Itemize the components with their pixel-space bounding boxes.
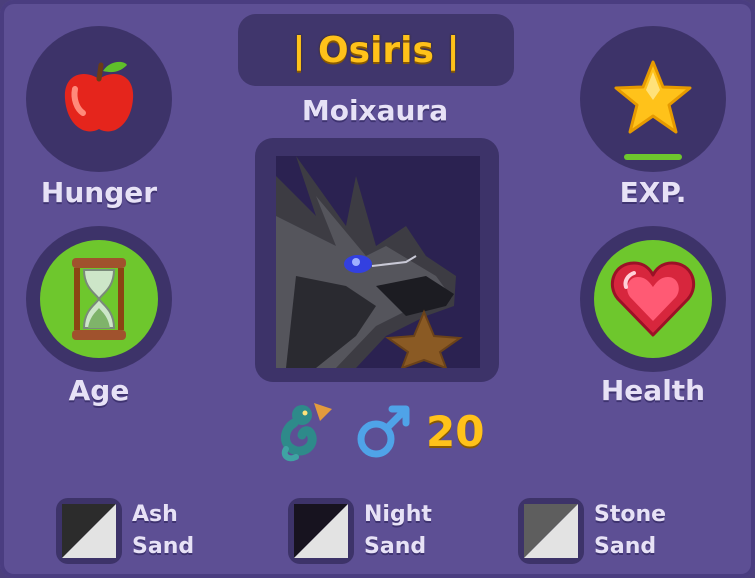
pet-name: | Osiris | bbox=[292, 29, 460, 71]
male-symbol-icon bbox=[357, 405, 410, 458]
gene-color-swatch bbox=[524, 504, 578, 558]
hunger-label: Hunger bbox=[40, 176, 158, 209]
health-stat-fill bbox=[594, 240, 712, 358]
health-label: Health bbox=[600, 374, 706, 407]
age-label: Age bbox=[68, 374, 130, 407]
hourglass-icon bbox=[72, 258, 126, 340]
gene-type: Sand bbox=[594, 534, 657, 559]
hunger-stat-button[interactable] bbox=[26, 26, 172, 172]
gene-night-sand[interactable]: Night Sand bbox=[288, 498, 432, 564]
gene-name: Night bbox=[364, 502, 432, 527]
gene-stone-sand[interactable]: Stone Sand bbox=[518, 498, 666, 564]
gene-type: Sand bbox=[132, 534, 195, 559]
pet-portrait[interactable] bbox=[276, 156, 480, 368]
health-stat-button[interactable] bbox=[580, 226, 726, 372]
apple-icon bbox=[64, 61, 134, 132]
pet-info-row: 20 bbox=[274, 396, 484, 466]
gene-swatch bbox=[518, 498, 584, 564]
gene-label: Stone Sand bbox=[594, 499, 666, 563]
age-stat-button[interactable] bbox=[26, 226, 172, 372]
gene-name: Ash bbox=[132, 502, 178, 527]
exp-progress-bar bbox=[624, 154, 682, 160]
dragon-head-image bbox=[276, 156, 480, 368]
gene-ash-sand[interactable]: Ash Sand bbox=[56, 498, 194, 564]
gene-swatch bbox=[56, 498, 122, 564]
pet-name-plate: | Osiris | bbox=[238, 14, 514, 86]
gene-type: Sand bbox=[364, 534, 427, 559]
exp-stat-button[interactable] bbox=[580, 26, 726, 172]
age-stat-fill bbox=[40, 240, 158, 358]
gene-label: Night Sand bbox=[364, 499, 432, 563]
gene-swatch bbox=[288, 498, 354, 564]
gene-color-swatch bbox=[294, 504, 348, 558]
pet-level: 20 bbox=[426, 406, 485, 456]
pet-info-panel: | Osiris | Moixaura Hunger EXP. Age Heal… bbox=[0, 0, 755, 578]
exp-label: EXP. bbox=[619, 176, 687, 209]
gene-name: Stone bbox=[594, 502, 667, 527]
gene-color-swatch bbox=[62, 504, 116, 558]
pet-species: Moixaura bbox=[301, 94, 449, 127]
dragon-icon bbox=[281, 403, 332, 462]
star-icon bbox=[614, 60, 692, 134]
gene-label: Ash Sand bbox=[132, 499, 194, 563]
heart-icon bbox=[611, 261, 695, 337]
